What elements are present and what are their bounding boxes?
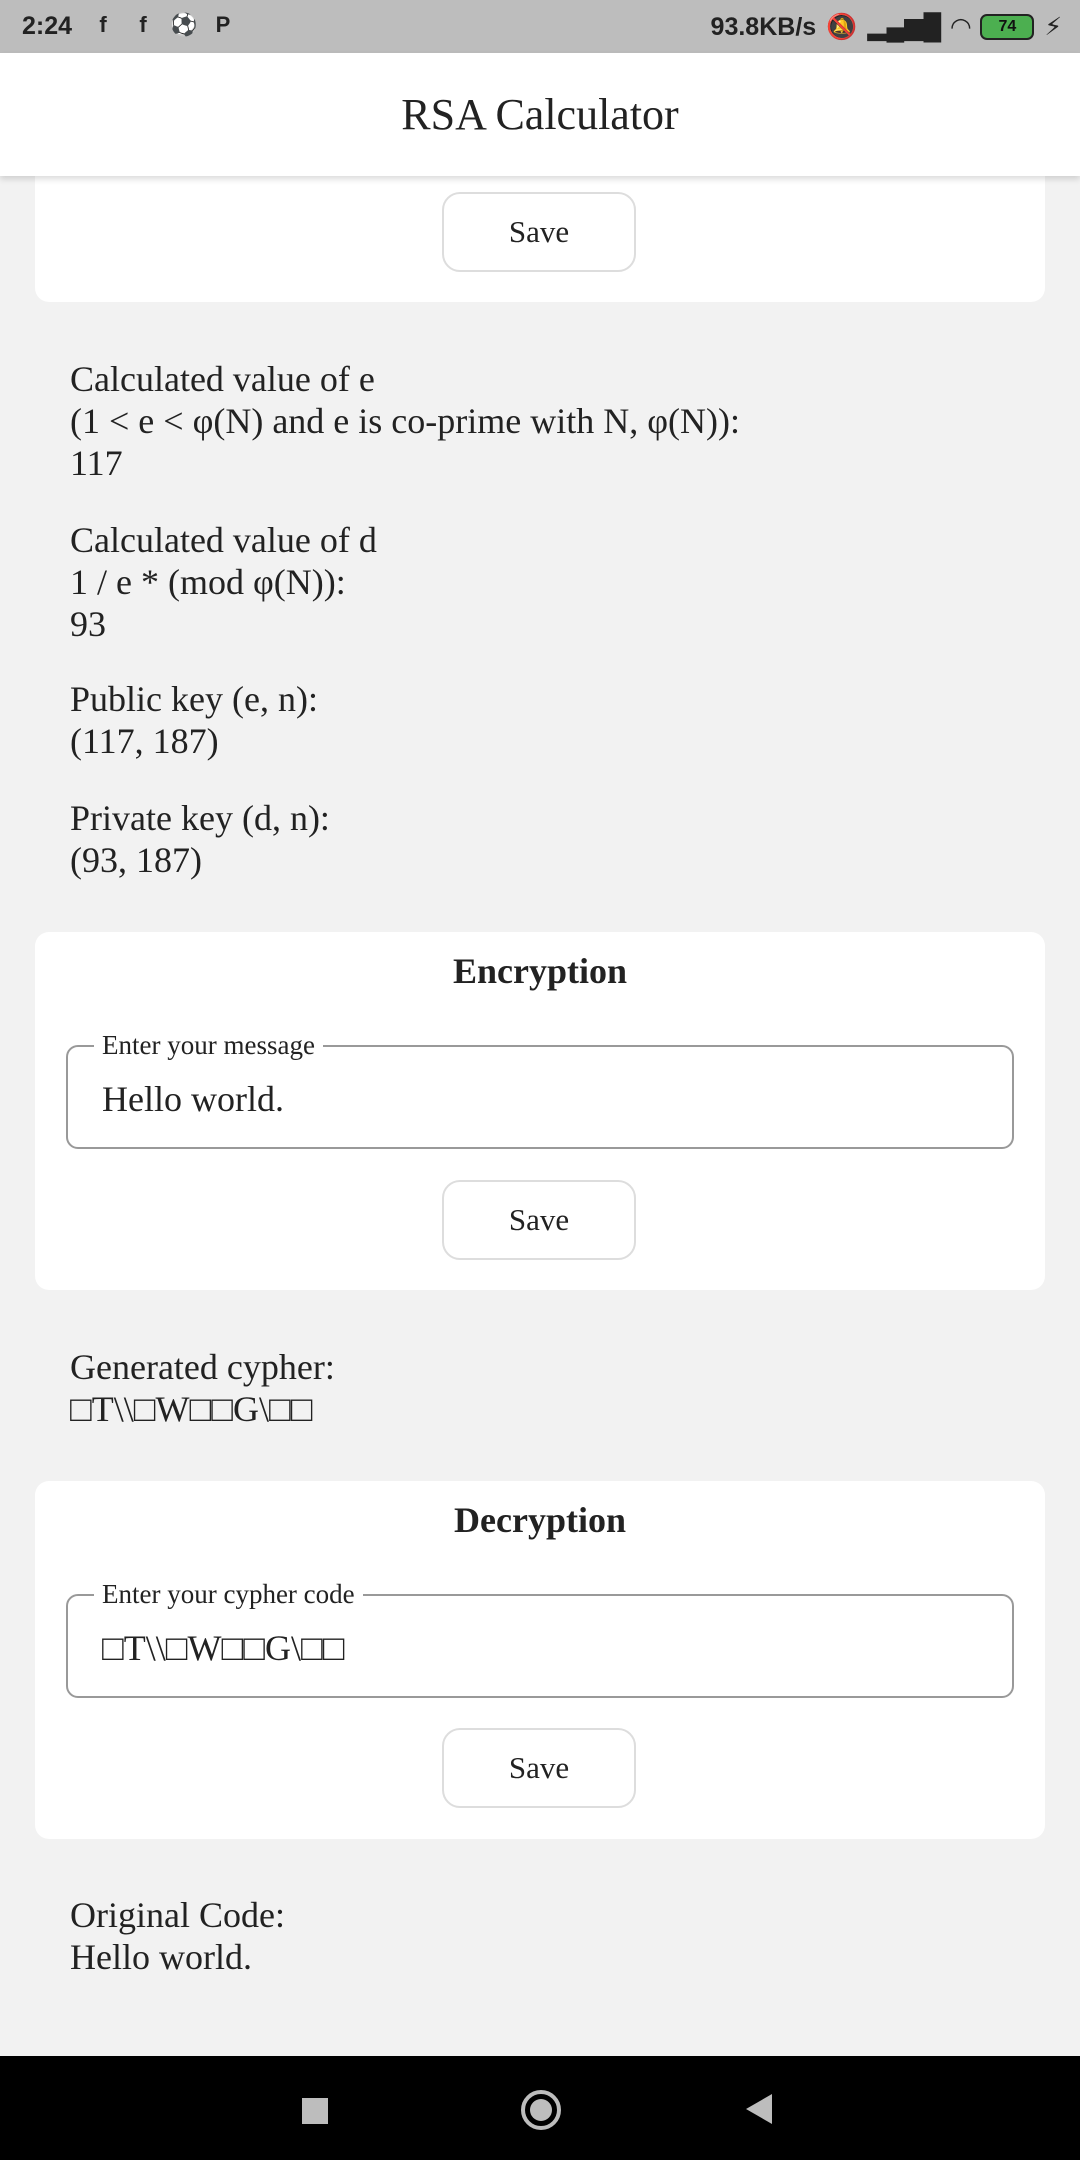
- p-icon: P: [215, 12, 231, 37]
- decryption-title: Decryption: [454, 1500, 626, 1540]
- notification-icons: f f ⚽ P: [90, 12, 236, 38]
- e-value-block: Calculated value of e (1 < e < φ(N) and …: [70, 358, 740, 484]
- charging-icon: ⚡: [1044, 13, 1062, 41]
- battery-icon: 74: [980, 14, 1035, 40]
- cypher-output-block: Generated cypher: □T\\□W□□G\□□: [70, 1346, 335, 1430]
- d-value-block: Calculated value of d 1 / e * (mod φ(N))…: [70, 519, 377, 645]
- encryption-card: Encryption Enter your message Hello worl…: [35, 932, 1045, 1290]
- cypher-input[interactable]: □T\\□W□□G\□□: [102, 1626, 344, 1670]
- d-label: Calculated value of d: [70, 520, 377, 560]
- page-title: RSA Calculator: [401, 90, 679, 139]
- original-value: Hello world.: [70, 1937, 252, 1977]
- back-triangle-icon[interactable]: [746, 2094, 772, 2124]
- decryption-card: Decryption Enter your cypher code □T\\□W…: [35, 1481, 1045, 1839]
- encryption-title: Encryption: [452, 951, 628, 991]
- save-encryption-button[interactable]: Save: [442, 1180, 636, 1260]
- status-bar: 2:24 f f ⚽ P 93.8KB/s 🔕 ▂▄▆█ ◠ 74 ⚡: [0, 0, 1080, 53]
- original-output-block: Original Code: Hello world.: [70, 1894, 285, 1978]
- message-field[interactable]: Enter your message Hello world.: [66, 1029, 1014, 1149]
- mute-icon: 🔕: [826, 12, 858, 41]
- facebook-icon: f: [99, 12, 107, 37]
- private-key-label: Private key (d, n):: [70, 798, 330, 838]
- cypher-field[interactable]: Enter your cypher code □T\\□W□□G\□□: [66, 1578, 1014, 1698]
- signal-icon: ▂▄▆█: [867, 13, 942, 41]
- d-formula: 1 / e * (mod φ(N)):: [70, 562, 346, 602]
- message-input[interactable]: Hello world.: [102, 1077, 284, 1121]
- network-speed: 93.8KB/s: [710, 12, 817, 41]
- facebook-icon: f: [139, 12, 147, 37]
- e-label: Calculated value of e: [70, 359, 375, 399]
- e-value: 117: [70, 443, 123, 483]
- app-bar: RSA Calculator: [0, 53, 1080, 176]
- message-field-label: Enter your message: [94, 1029, 323, 1061]
- original-label: Original Code:: [70, 1895, 285, 1935]
- soccer-ball-icon: ⚽: [170, 12, 198, 37]
- public-key-block: Public key (e, n): (117, 187): [70, 678, 318, 762]
- cypher-field-label: Enter your cypher code: [94, 1578, 363, 1610]
- e-condition: (1 < e < φ(N) and e is co-prime with N, …: [70, 401, 740, 441]
- public-key-label: Public key (e, n):: [70, 679, 318, 719]
- d-value: 93: [70, 604, 106, 644]
- navigation-bar: [0, 2056, 1080, 2160]
- private-key-value: (93, 187): [70, 840, 202, 880]
- recents-square-icon[interactable]: [302, 2098, 328, 2124]
- status-time: 2:24: [22, 12, 73, 40]
- save-decryption-button[interactable]: Save: [442, 1728, 636, 1808]
- home-circle-icon[interactable]: [521, 2090, 561, 2130]
- wifi-icon: ◠: [951, 13, 971, 41]
- public-key-value: (117, 187): [70, 721, 219, 761]
- private-key-block: Private key (d, n): (93, 187): [70, 797, 330, 881]
- cypher-value: □T\\□W□□G\□□: [70, 1389, 313, 1429]
- status-right: 93.8KB/s 🔕 ▂▄▆█ ◠ 74 ⚡: [711, 12, 1062, 42]
- cypher-label: Generated cypher:: [70, 1347, 335, 1387]
- save-parameters-button[interactable]: Save: [442, 192, 636, 272]
